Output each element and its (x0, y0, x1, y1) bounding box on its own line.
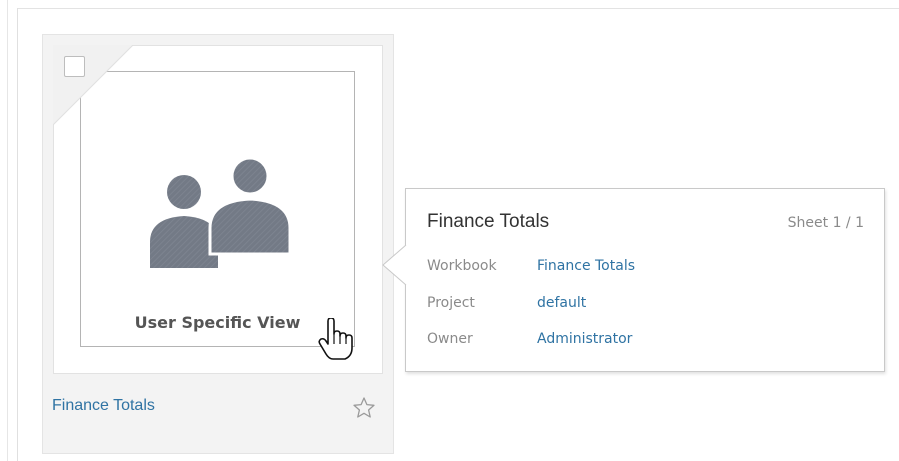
page: User Specific View Finance Totals Financ… (0, 0, 899, 461)
hand-pointer-icon (318, 318, 353, 360)
view-title-link[interactable]: Finance Totals (52, 397, 155, 415)
thumbnail-caption: User Specific View (134, 313, 301, 332)
owner-link[interactable]: Administrator (537, 331, 632, 347)
popover-label: Owner (427, 331, 473, 347)
rail-divider (7, 0, 8, 461)
popover-sheet-count: Sheet 1 / 1 (787, 215, 864, 231)
star-outline-icon[interactable] (352, 396, 376, 420)
users-icon (150, 156, 292, 268)
workbook-link[interactable]: Finance Totals (537, 258, 635, 274)
select-checkbox[interactable] (64, 56, 85, 77)
content-top-divider (18, 8, 899, 9)
popover-label: Workbook (427, 258, 497, 274)
popover-arrow (382, 245, 407, 285)
left-rail (0, 0, 18, 461)
popover-title: Finance Totals (427, 211, 550, 232)
popover-label: Project (427, 295, 475, 311)
rail-divider-inner (17, 8, 18, 461)
project-link[interactable]: default (537, 295, 586, 311)
